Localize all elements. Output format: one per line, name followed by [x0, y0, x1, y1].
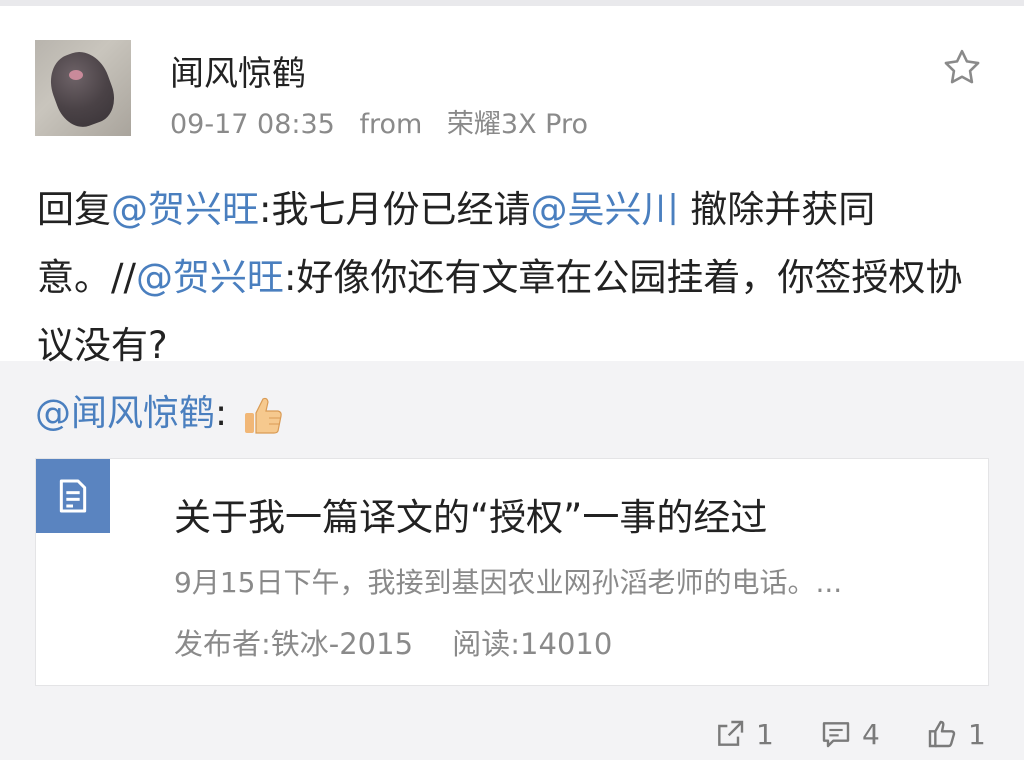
- content-text: :我七月份已经请: [259, 188, 531, 231]
- avatar-image: [42, 44, 122, 134]
- share-count: 1: [756, 717, 774, 751]
- card-publisher: 发布者:铁冰-2015: [174, 627, 414, 661]
- document-icon: [59, 479, 87, 513]
- card-title: 关于我一篇译文的“授权”一事的经过: [174, 496, 768, 539]
- favorite-button[interactable]: [940, 46, 984, 90]
- comment-icon: [822, 722, 850, 748]
- avatar-detail: [69, 70, 83, 80]
- post-card: 闻风惊鹤 09-17 08:35 from 荣耀3X Pro 回复@贺兴旺:我七…: [0, 6, 1024, 367]
- star-icon: [944, 49, 980, 84]
- avatar[interactable]: [35, 40, 131, 136]
- mention-link[interactable]: @贺兴旺: [111, 188, 259, 231]
- thumbs-up-emoji-icon: [244, 397, 282, 434]
- like-icon: [928, 720, 956, 748]
- post-content: 回复@贺兴旺:我七月份已经请@吴兴川 撤除并获同意。//@贺兴旺:好像你还有文章…: [37, 176, 987, 380]
- card-reads: 阅读:14010: [452, 627, 613, 661]
- article-card[interactable]: 关于我一篇译文的“授权”一事的经过 9月15日下午，我接到基因农业网孙滔老师的电…: [35, 458, 989, 686]
- comment-button[interactable]: 4: [820, 712, 880, 756]
- repost-colon: :: [215, 393, 228, 434]
- share-icon: [718, 720, 744, 746]
- mention-link[interactable]: @贺兴旺: [136, 256, 284, 299]
- share-button[interactable]: 1: [714, 712, 774, 756]
- like-count: 1: [968, 717, 986, 751]
- username[interactable]: 闻风惊鹤: [170, 46, 306, 95]
- reply-prefix: 回复: [37, 188, 111, 231]
- post-meta: 09-17 08:35 from 荣耀3X Pro: [170, 102, 604, 141]
- like-button[interactable]: 1: [926, 712, 986, 756]
- repost-mention-link[interactable]: @闻风惊鹤: [35, 393, 215, 434]
- post-date: 09-17 08:35: [170, 109, 335, 140]
- card-summary: 9月15日下午，我接到基因农业网孙滔老师的电话。...: [174, 566, 843, 599]
- comment-count: 4: [862, 717, 880, 751]
- repost-line: @闻风惊鹤:: [35, 384, 285, 437]
- card-icon-box: [36, 459, 110, 533]
- device-name: 荣耀3X Pro: [446, 109, 588, 140]
- from-label: from: [359, 109, 423, 140]
- mention-link[interactable]: @吴兴川: [530, 188, 678, 231]
- card-info: 发布者:铁冰-2015 阅读:14010: [174, 621, 642, 663]
